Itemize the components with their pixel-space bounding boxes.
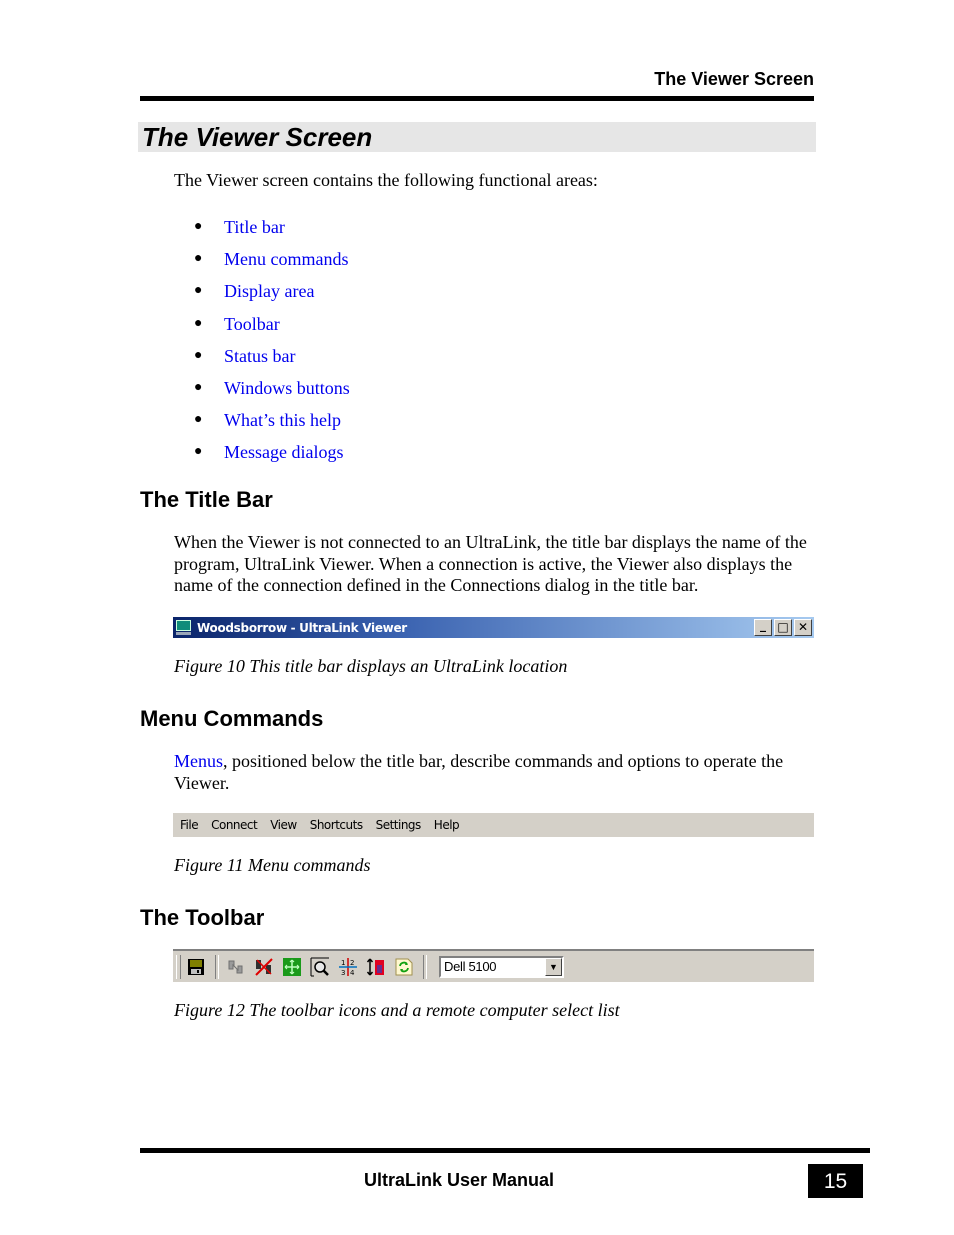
link-menu-commands[interactable]: Menu commands <box>224 247 348 271</box>
heading-toolbar: The Toolbar <box>140 905 265 930</box>
list-item: ● Windows buttons <box>194 372 350 404</box>
figure-12-caption: Figure 12 The toolbar icons and a remote… <box>174 1000 620 1020</box>
list-item: ● Menu commands <box>194 243 350 275</box>
save-icon[interactable] <box>185 956 207 978</box>
link-menus[interactable]: Menus <box>174 751 223 771</box>
figure-menu-bar: File Connect View Shortcuts Settings Hel… <box>173 813 814 837</box>
bullet-icon: ● <box>194 251 203 267</box>
link-windows-buttons[interactable]: Windows buttons <box>224 376 350 400</box>
bullet-icon: ● <box>194 283 203 299</box>
svg-text:1: 1 <box>341 959 345 967</box>
list-item: ● Toolbar <box>194 308 350 340</box>
footer-title: UltraLink User Manual <box>364 1170 555 1190</box>
window-title: Woodsborrow - UltraLink Viewer <box>197 620 407 635</box>
menu-connect[interactable]: Connect <box>211 818 258 832</box>
split-screen-icon[interactable]: 1234 <box>337 956 359 978</box>
running-head: The Viewer Screen <box>654 69 814 89</box>
functional-areas-list: ● Title bar ● Menu commands ● Display area … <box>194 211 350 469</box>
figure-toolbar: 1234 Dell 5100 ▼ <box>173 949 814 982</box>
link-status-bar[interactable]: Status bar <box>224 344 296 368</box>
list-item: ● Status bar <box>194 340 350 372</box>
link-display-area[interactable]: Display area <box>224 279 314 303</box>
remote-computer-select[interactable]: Dell 5100 ▼ <box>439 955 564 978</box>
figure-11-caption: Figure 11 Menu commands <box>174 855 371 875</box>
bullet-icon: ● <box>194 380 203 396</box>
close-button[interactable]: ✕ <box>794 619 812 636</box>
menu-paragraph: Menus, positioned below the title bar, d… <box>174 751 819 794</box>
link-toolbar[interactable]: Toolbar <box>224 312 280 336</box>
bullet-icon: ● <box>194 412 203 428</box>
toolbar-grip[interactable] <box>176 954 181 979</box>
svg-text:3: 3 <box>341 969 345 977</box>
refresh-icon[interactable] <box>393 956 415 978</box>
menu-view[interactable]: View <box>270 818 297 832</box>
bullet-icon: ● <box>194 219 203 235</box>
scale-icon[interactable] <box>365 956 387 978</box>
disconnect-icon[interactable] <box>253 956 275 978</box>
section-title: The Viewer Screen <box>142 122 373 152</box>
bullet-icon: ● <box>194 444 203 460</box>
connect-icon[interactable] <box>225 956 247 978</box>
fit-screen-icon[interactable] <box>281 956 303 978</box>
window-buttons: _ □ ✕ <box>754 619 812 636</box>
bullet-icon: ● <box>194 347 203 363</box>
footer-rule <box>140 1148 870 1153</box>
maximize-button[interactable]: □ <box>774 619 792 636</box>
menu-help[interactable]: Help <box>434 818 460 832</box>
menu-settings[interactable]: Settings <box>376 818 422 832</box>
list-item: ● What’s this help <box>194 404 350 436</box>
list-item: ● Title bar <box>194 211 350 243</box>
chevron-down-icon[interactable]: ▼ <box>545 957 562 976</box>
page-number: 15 <box>808 1164 863 1198</box>
bullet-icon: ● <box>194 315 203 331</box>
link-title-bar[interactable]: Title bar <box>224 215 285 239</box>
svg-text:2: 2 <box>350 959 354 967</box>
list-item: ● Message dialogs <box>194 436 350 468</box>
link-message-dialogs[interactable]: Message dialogs <box>224 440 343 464</box>
menu-paragraph-text: , positioned below the title bar, descri… <box>174 751 784 793</box>
menu-file[interactable]: File <box>180 818 199 832</box>
toolbar-separator <box>215 954 219 979</box>
menu-shortcuts[interactable]: Shortcuts <box>310 818 363 832</box>
section-title-band: The Viewer Screen <box>138 122 816 152</box>
intro-paragraph: The Viewer screen contains the following… <box>174 170 598 190</box>
header-rule <box>140 96 814 101</box>
figure-10-caption: Figure 10 This title bar displays an Ult… <box>174 656 568 676</box>
minimize-button[interactable]: _ <box>754 619 772 636</box>
figure-title-bar: Woodsborrow - UltraLink Viewer _ □ ✕ <box>173 617 814 638</box>
monitor-icon <box>175 619 192 636</box>
list-item: ● Display area <box>194 275 350 307</box>
zoom-icon[interactable] <box>309 956 331 978</box>
svg-text:4: 4 <box>350 969 355 977</box>
heading-title-bar: The Title Bar <box>140 487 273 512</box>
heading-menu-commands: Menu Commands <box>140 706 324 731</box>
link-whats-this-help[interactable]: What’s this help <box>224 408 341 432</box>
title-bar-paragraph: When the Viewer is not connected to an U… <box>174 532 807 595</box>
toolbar-separator <box>423 954 427 979</box>
remote-computer-value: Dell 5100 <box>444 959 497 974</box>
